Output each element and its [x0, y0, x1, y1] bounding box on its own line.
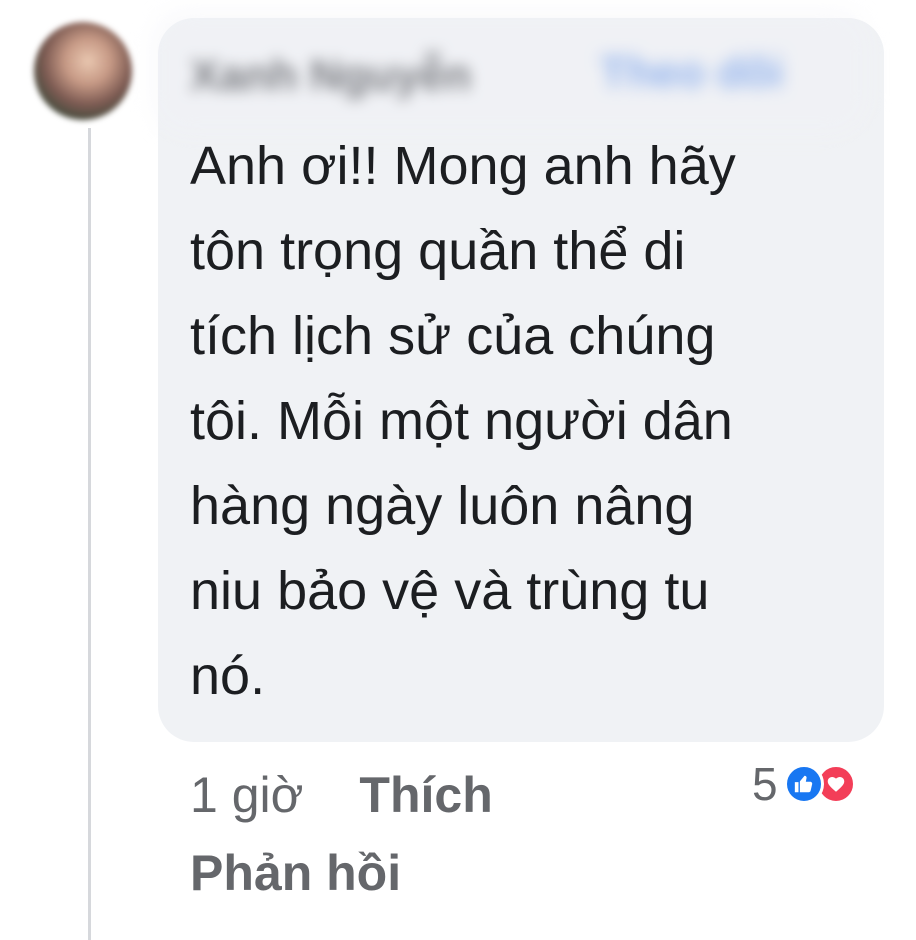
- follow-button[interactable]: Theo dõi: [600, 42, 840, 104]
- thread-connector-line: [88, 128, 91, 940]
- comment-thread: Xanh Nguyễn Theo dõi Anh ơi!! Mong anh h…: [0, 0, 916, 940]
- reaction-summary[interactable]: 5: [752, 754, 856, 814]
- avatar[interactable]: [34, 22, 132, 120]
- reply-button[interactable]: Phản hồi: [190, 838, 401, 908]
- comment-text: Anh ơi!! Mong anh hãy tôn trọng quần thể…: [190, 136, 736, 706]
- like-icon: [783, 764, 824, 804]
- like-button[interactable]: Thích: [359, 766, 492, 824]
- comment-actions: 1 giờ Thích: [190, 760, 493, 830]
- timestamp[interactable]: 1 giờ: [190, 766, 303, 824]
- reaction-count: 5: [752, 758, 778, 810]
- author-name[interactable]: Xanh Nguyễn: [190, 46, 560, 106]
